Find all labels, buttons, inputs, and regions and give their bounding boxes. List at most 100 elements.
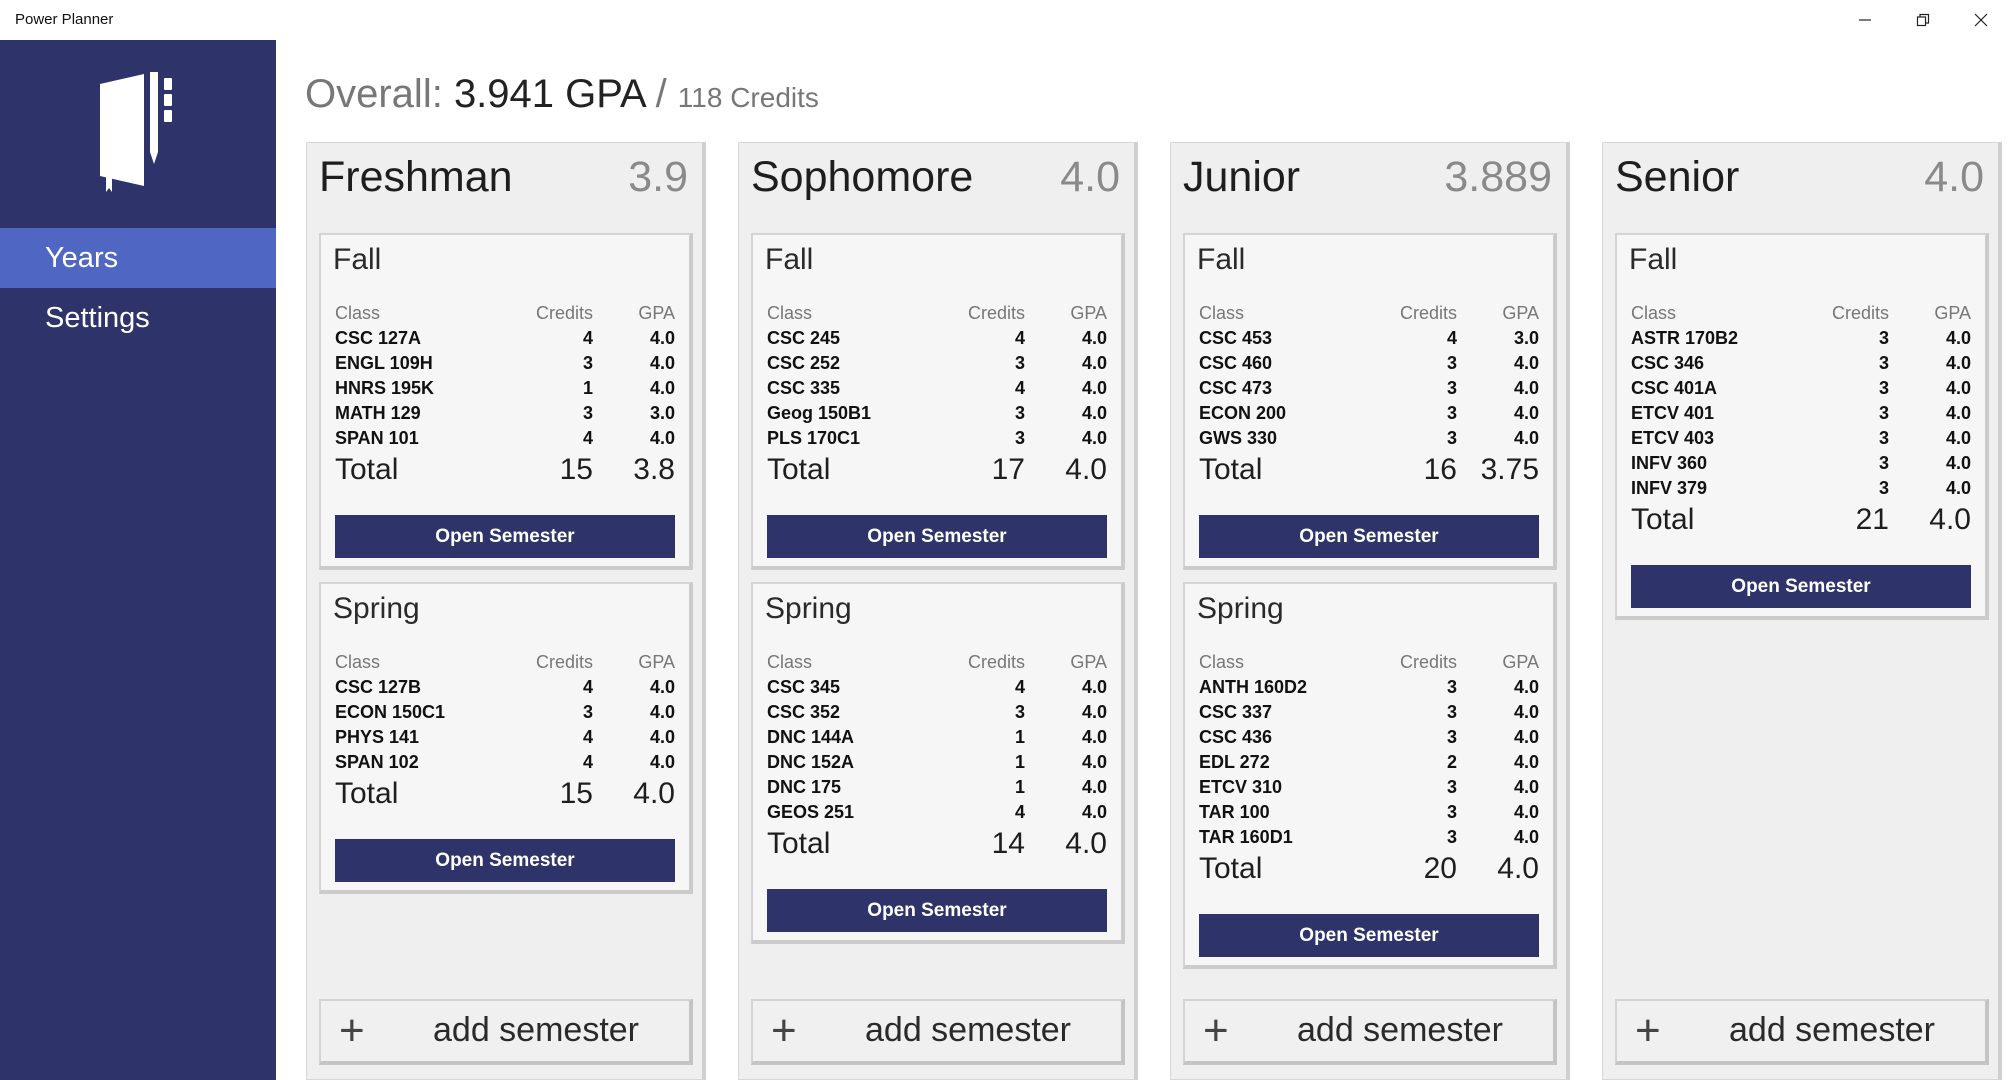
class-name: SPAN 102 <box>335 752 419 772</box>
class-column-header: Class <box>335 303 381 323</box>
sidebar-item-settings[interactable]: Settings <box>0 288 276 348</box>
class-gpa: 4.0 <box>1513 403 1539 423</box>
overall-gpa: 3.941 GPA <box>453 72 645 116</box>
class-name: CSC 352 <box>767 702 841 722</box>
classes-table: Class Credits GPA CSC 245 4 4.0 CSC 252 … <box>767 301 1107 489</box>
total-label: Total <box>1199 453 1263 486</box>
add-semester-label: add semester <box>1297 1011 1503 1049</box>
add-semester-button[interactable]: + add semester <box>751 999 1125 1065</box>
class-name: CSC 127B <box>335 677 422 697</box>
class-gpa: 4.0 <box>1513 677 1539 697</box>
minimize-button[interactable] <box>1836 0 1894 40</box>
class-credits: 1 <box>1014 727 1025 747</box>
class-gpa: 4.0 <box>1513 353 1539 373</box>
open-semester-button[interactable]: Open Semester <box>767 515 1107 558</box>
class-gpa: 4.0 <box>1081 727 1107 747</box>
table-row: CSC 127B 4 4.0 <box>335 675 675 700</box>
class-credits: 3 <box>1878 478 1889 498</box>
total-label: Total <box>1631 503 1695 536</box>
class-credits: 3 <box>1014 428 1025 448</box>
class-name: CSC 436 <box>1199 727 1273 747</box>
total-row: Total 16 3.75 <box>1199 451 1539 489</box>
total-gpa: 4.0 <box>633 777 675 810</box>
class-credits: 4 <box>1014 677 1025 697</box>
table-row: PHYS 141 4 4.0 <box>335 725 675 750</box>
class-gpa: 4.0 <box>1945 428 1971 448</box>
class-credits: 3 <box>1446 403 1457 423</box>
gpa-column-header: GPA <box>1502 652 1539 672</box>
sidebar-item-years[interactable]: Years <box>0 228 276 288</box>
class-credits: 3 <box>1446 378 1457 398</box>
notebook-pen-logo-icon <box>100 72 172 192</box>
class-gpa: 4.0 <box>649 428 675 448</box>
class-name: ENGL 109H <box>335 353 433 373</box>
add-semester-button[interactable]: + add semester <box>1183 999 1557 1065</box>
year-gpa: 3.889 <box>1444 153 1552 201</box>
class-credits: 3 <box>1014 702 1025 722</box>
class-name: ETCV 401 <box>1631 403 1715 423</box>
table-header: Class Credits GPA <box>1631 301 1971 326</box>
class-gpa: 4.0 <box>649 727 675 747</box>
class-name: ECON 150C1 <box>335 702 446 722</box>
gpa-column-header: GPA <box>1502 303 1539 323</box>
class-name: ETCV 310 <box>1199 777 1283 797</box>
table-row: MATH 129 3 3.0 <box>335 401 675 426</box>
restore-button[interactable] <box>1894 0 1952 40</box>
class-gpa: 4.0 <box>1513 702 1539 722</box>
class-gpa: 4.0 <box>1513 428 1539 448</box>
table-row: PLS 170C1 3 4.0 <box>767 426 1107 451</box>
open-semester-button[interactable]: Open Semester <box>1199 515 1539 558</box>
class-credits: 3 <box>1878 353 1889 373</box>
table-row: ECON 200 3 4.0 <box>1199 401 1539 426</box>
class-name: Geog 150B1 <box>767 403 872 423</box>
overall-separator: / <box>644 72 678 116</box>
total-label: Total <box>335 777 399 810</box>
close-button[interactable] <box>1952 0 2009 40</box>
table-row: CSC 460 3 4.0 <box>1199 351 1539 376</box>
open-semester-button[interactable]: Open Semester <box>1199 914 1539 957</box>
total-credits: 16 <box>1423 453 1457 486</box>
class-column-header: Class <box>1199 652 1245 672</box>
open-semester-button[interactable]: Open Semester <box>335 839 675 882</box>
gpa-column-header: GPA <box>1934 303 1971 323</box>
semester-card-spring: Spring Class Credits GPA CSC 345 4 4.0 C… <box>751 582 1125 944</box>
open-semester-button[interactable]: Open Semester <box>767 889 1107 932</box>
open-semester-button[interactable]: Open Semester <box>1631 565 1971 608</box>
class-credits: 3 <box>582 702 593 722</box>
credits-column-header: Credits <box>1831 303 1889 323</box>
class-credits: 3 <box>1446 702 1457 722</box>
gpa-column-header: GPA <box>1070 652 1107 672</box>
credits-column-header: Credits <box>1399 652 1457 672</box>
class-gpa: 4.0 <box>1945 403 1971 423</box>
class-credits: 3 <box>1446 827 1457 847</box>
minimize-icon <box>1859 19 1871 21</box>
total-gpa: 4.0 <box>1065 453 1107 486</box>
table-row: ASTR 170B2 3 4.0 <box>1631 326 1971 351</box>
credits-column-header: Credits <box>967 303 1025 323</box>
total-credits: 15 <box>559 453 593 486</box>
class-gpa: 4.0 <box>1945 378 1971 398</box>
total-gpa: 4.0 <box>1065 827 1107 860</box>
class-gpa: 4.0 <box>1945 353 1971 373</box>
class-credits: 4 <box>582 428 593 448</box>
add-semester-label: add semester <box>433 1011 639 1049</box>
add-semester-button[interactable]: + add semester <box>1615 999 1989 1065</box>
total-credits: 20 <box>1423 852 1457 885</box>
total-credits: 15 <box>559 777 593 810</box>
add-semester-button[interactable]: + add semester <box>319 999 693 1065</box>
class-credits: 3 <box>1878 403 1889 423</box>
class-column-header: Class <box>767 652 813 672</box>
class-gpa: 4.0 <box>1081 802 1107 822</box>
add-semester-label: add semester <box>865 1011 1071 1049</box>
class-name: ECON 200 <box>1199 403 1287 423</box>
total-row: Total 14 4.0 <box>767 825 1107 863</box>
class-gpa: 4.0 <box>1513 827 1539 847</box>
table-row: ETCV 310 3 4.0 <box>1199 775 1539 800</box>
open-semester-button[interactable]: Open Semester <box>335 515 675 558</box>
class-name: PHYS 141 <box>335 727 420 747</box>
table-row: DNC 175 1 4.0 <box>767 775 1107 800</box>
semester-card-spring: Spring Class Credits GPA CSC 127B 4 4.0 … <box>319 582 693 894</box>
table-row: CSC 335 4 4.0 <box>767 376 1107 401</box>
add-semester-label: add semester <box>1729 1011 1935 1049</box>
gpa-column-header: GPA <box>1070 303 1107 323</box>
